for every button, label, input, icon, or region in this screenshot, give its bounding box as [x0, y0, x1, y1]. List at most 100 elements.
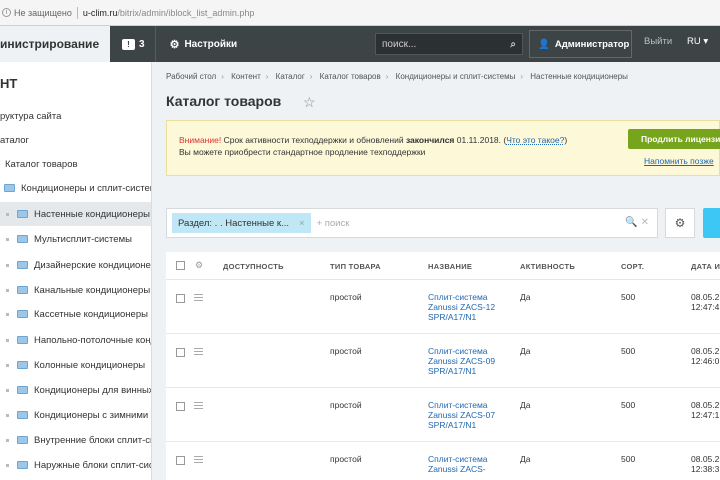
- table-row[interactable]: простой Сплит-система Zanussi ZACS- Да 5…: [166, 442, 720, 480]
- breadcrumb: Рабочий стол › Контент › Каталог › Каталог …: [166, 72, 633, 81]
- column-header-type[interactable]: ТИП ТОВАРА: [330, 262, 381, 271]
- column-header-sort[interactable]: СОРТ.: [621, 262, 644, 271]
- cell-name-link[interactable]: Сплит-система Zanussi ZACS-12 SPR/A17/N1: [428, 292, 500, 322]
- table-row[interactable]: простой Сплит-система Zanussi ZACS-09 SP…: [166, 334, 720, 388]
- security-label: Не защищено: [14, 7, 72, 18]
- info-icon[interactable]: i: [2, 8, 11, 17]
- column-header-active[interactable]: АКТИВНОСТЬ: [520, 262, 575, 271]
- user-icon: 👤: [538, 38, 550, 50]
- sidebar-item-winter[interactable]: Кондиционеры с зимними: [0, 403, 151, 427]
- language-selector[interactable]: RU ▾: [687, 36, 708, 47]
- admin-section-title[interactable]: инистрирование: [0, 26, 110, 62]
- row-menu-icon[interactable]: [194, 348, 203, 355]
- bullet-icon: [6, 312, 9, 316]
- row-menu-icon[interactable]: [194, 294, 203, 301]
- remind-later-link[interactable]: Напомнить позже: [644, 156, 714, 166]
- gear-icon: ⚙: [169, 38, 180, 51]
- chevron-right-icon: ›: [309, 72, 313, 81]
- sidebar-item-label: Кондиционеры и сплит-системы: [21, 182, 152, 194]
- cell-type: простой: [330, 454, 362, 464]
- sidebar-item-label: Колонные кондиционеры: [34, 359, 146, 371]
- cell-name-link[interactable]: Сплит-система Zanussi ZACS-07 SPR/A17/N1: [428, 400, 500, 430]
- settings-button[interactable]: ⚙ Настройки: [170, 38, 238, 51]
- sidebar-item-wall-conditioners[interactable]: Настенные кондиционеры: [0, 202, 151, 226]
- column-header-availability[interactable]: ДОСТУПНОСТЬ: [223, 262, 284, 271]
- cell-type: простой: [330, 400, 362, 410]
- url-path[interactable]: /bitrix/admin/iblock_list_admin.php: [117, 8, 254, 18]
- add-button[interactable]: [703, 208, 720, 238]
- sidebar-item-catalog[interactable]: аталог: [0, 128, 151, 152]
- browser-address-bar[interactable]: i Не защищено u-clim.ru /bitrix/admin/ib…: [0, 0, 720, 26]
- folder-icon: [17, 286, 28, 294]
- sidebar-item-floor-ceiling[interactable]: Напольно-потолочные кондиционеры: [0, 328, 151, 352]
- table-row[interactable]: простой Сплит-система Zanussi ZACS-07 SP…: [166, 388, 720, 442]
- chevron-right-icon: ›: [385, 72, 389, 81]
- sidebar-item-label: Мультисплит-системы: [34, 233, 132, 245]
- sidebar-item-ducted[interactable]: Канальные кондиционеры: [0, 278, 151, 302]
- settings-label: Настройки: [184, 38, 238, 50]
- folder-icon: [17, 210, 28, 218]
- row-menu-icon[interactable]: [194, 456, 203, 463]
- bullet-icon: [6, 438, 9, 442]
- sidebar-item-wine[interactable]: Кондиционеры для винных: [0, 378, 151, 402]
- cell-name-link[interactable]: Сплит-система Zanussi ZACS-09 SPR/A17/N1: [428, 346, 500, 376]
- what-is-this-link[interactable]: Что это такое?: [506, 135, 564, 145]
- star-icon[interactable]: ☆: [303, 94, 316, 111]
- folder-icon: [17, 261, 28, 269]
- bullet-icon: [6, 288, 9, 292]
- row-checkbox[interactable]: [176, 348, 185, 357]
- notifications-count: 3: [139, 38, 145, 50]
- cell-active: Да: [520, 400, 531, 410]
- chevron-right-icon: ›: [265, 72, 269, 81]
- search-input[interactable]: поиск... ⌕: [375, 33, 523, 55]
- row-checkbox[interactable]: [176, 456, 185, 465]
- column-header-date[interactable]: ДАТА И: [691, 262, 720, 271]
- cell-name-link[interactable]: Сплит-система Zanussi ZACS-: [428, 454, 500, 474]
- sidebar-item-column[interactable]: Колонные кондиционеры: [0, 353, 151, 377]
- gear-icon[interactable]: ⚙: [195, 260, 203, 271]
- sidebar-item-label: Каталог товаров: [5, 158, 78, 170]
- sidebar-item-indoor-units[interactable]: Внутренние блоки сплит-систем: [0, 428, 151, 452]
- table-row[interactable]: простой Сплит-система Zanussi ZACS-12 SP…: [166, 280, 720, 334]
- breadcrumb-item[interactable]: Кондиционеры и сплит-системы: [396, 72, 516, 81]
- filter-chip-section[interactable]: Раздел: . . Настенные к... ×: [172, 213, 311, 233]
- filter-search-placeholder[interactable]: + поиск: [317, 218, 350, 229]
- grid-settings-button[interactable]: ⚙: [665, 208, 695, 238]
- breadcrumb-item[interactable]: Контент: [231, 72, 261, 81]
- breadcrumb-item[interactable]: Каталог товаров: [320, 72, 381, 81]
- sidebar-item-label: Дизайнерские кондиционеры: [34, 259, 152, 271]
- row-checkbox[interactable]: [176, 294, 185, 303]
- logout-link[interactable]: Выйти: [644, 36, 672, 47]
- breadcrumb-item[interactable]: Рабочий стол: [166, 72, 216, 81]
- cell-type: простой: [330, 346, 362, 356]
- sidebar-item-designer[interactable]: Дизайнерские кондиционеры: [0, 253, 152, 277]
- select-all-checkbox[interactable]: [176, 261, 185, 270]
- cell-type: простой: [330, 292, 362, 302]
- close-icon[interactable]: ×: [299, 218, 305, 229]
- filter-search-bar[interactable]: Раздел: . . Настенные к... × + поиск 🔍 ✕: [166, 208, 658, 238]
- bullet-icon: [6, 338, 9, 342]
- column-header-name[interactable]: НАЗВАНИЕ: [428, 262, 472, 271]
- row-checkbox[interactable]: [176, 402, 185, 411]
- sidebar-item-cassette[interactable]: Кассетные кондиционеры: [0, 302, 151, 326]
- sidebar-item-label: Напольно-потолочные кондиционеры: [34, 334, 151, 346]
- search-icon[interactable]: ⌕: [510, 39, 516, 50]
- search-clear-icons[interactable]: 🔍 ✕: [625, 217, 649, 228]
- cell-date-time: 12:47:4: [691, 302, 720, 312]
- sidebar-item-multisplit[interactable]: Мультисплит-системы: [0, 227, 151, 251]
- bullet-icon: [6, 388, 9, 392]
- sidebar-item-air-conditioners[interactable]: Кондиционеры и сплит-системы: [0, 176, 152, 200]
- cell-date: 08.05.2 12:46:0: [691, 346, 719, 366]
- warning-text-part: Срок активности техподдержки и обновлени…: [221, 135, 406, 145]
- notifications-button[interactable]: ! 3: [122, 38, 145, 50]
- filter-chip-label: Раздел: . . Настенные к...: [178, 217, 289, 229]
- breadcrumb-item[interactable]: Настенные кондиционеры: [530, 72, 628, 81]
- url-host[interactable]: u-clim.ru: [83, 8, 118, 18]
- user-menu-button[interactable]: 👤 Администратор: [529, 30, 632, 58]
- sidebar-item-site-structure[interactable]: руктура сайта: [0, 104, 151, 128]
- sidebar-item-product-catalog[interactable]: Каталог товаров: [0, 152, 151, 176]
- renew-license-button[interactable]: Продлить лицензию: [628, 129, 720, 149]
- sidebar-item-outdoor-units[interactable]: Наружные блоки сплит-систем: [0, 453, 151, 477]
- breadcrumb-item[interactable]: Каталог: [276, 72, 305, 81]
- row-menu-icon[interactable]: [194, 402, 203, 409]
